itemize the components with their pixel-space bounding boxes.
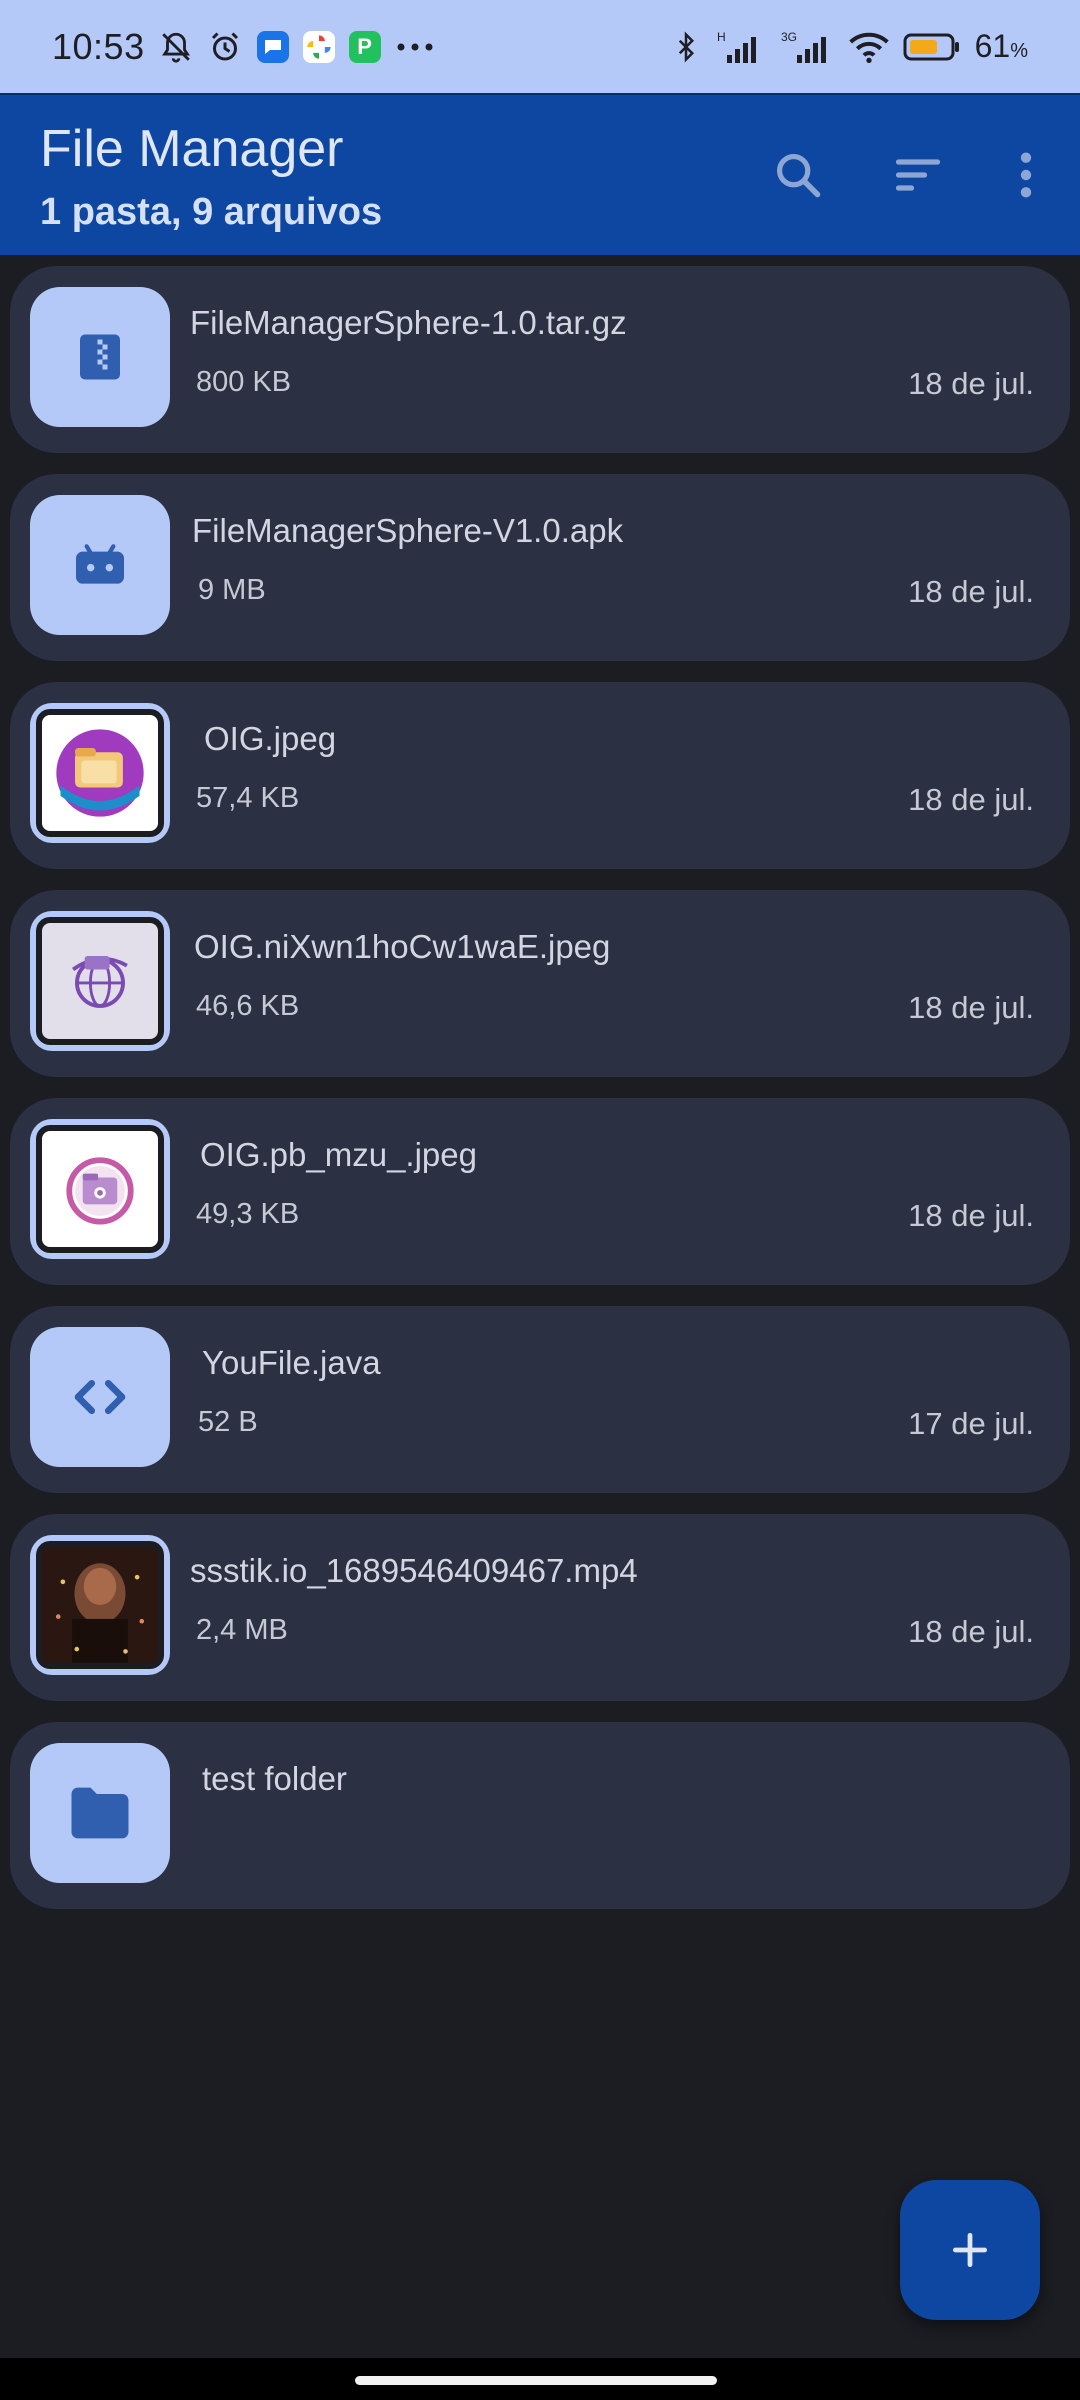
file-item[interactable]: FileManagerSphere-1.0.tar.gz 800 KB 18 d…: [10, 266, 1070, 453]
file-size: 49,3 KB: [196, 1198, 300, 1230]
file-date: 18 de jul.: [908, 574, 1034, 609]
status-time: 10:53: [52, 25, 145, 67]
overflow-menu-icon: [1020, 152, 1032, 198]
file-item[interactable]: YouFile.java 52 B 17 de jul.: [10, 1306, 1070, 1493]
messages-app-icon: [256, 30, 289, 63]
file-name: OIG.niXwn1hoCw1waE.jpeg: [194, 928, 611, 965]
file-size: 800 KB: [196, 366, 292, 398]
status-bar: 10:53 P H 3G 61%: [0, 0, 1080, 93]
file-item[interactable]: OIG.jpeg 57,4 KB 18 de jul.: [10, 682, 1070, 869]
search-button[interactable]: [758, 135, 838, 215]
file-date: 17 de jul.: [908, 1406, 1034, 1441]
signal-3g-icon: 3G: [779, 29, 835, 65]
sort-button[interactable]: [878, 135, 958, 215]
picpay-app-icon: P: [348, 30, 381, 63]
image-thumbnail: [30, 911, 170, 1051]
app-bar: File Manager 1 pasta, 9 arquivos: [0, 93, 1080, 255]
file-date: 18 de jul.: [908, 1614, 1034, 1649]
signal-3g-label: 3G: [781, 30, 797, 44]
file-name: test folder: [202, 1760, 347, 1797]
globe-art-thumbnail: [72, 956, 128, 1008]
file-name: FileManagerSphere-1.0.tar.gz: [190, 304, 627, 341]
archive-icon: [80, 334, 120, 380]
more-dots-icon: [395, 41, 435, 53]
file-date: 18 de jul.: [908, 990, 1034, 1025]
code-icon: [74, 1379, 126, 1415]
folder-art-thumbnail: [56, 729, 144, 817]
file-date: 18 de jul.: [908, 782, 1034, 817]
alarm-icon: [207, 29, 243, 65]
gesture-handle[interactable]: [355, 2376, 717, 2385]
file-size: 2,4 MB: [196, 1614, 288, 1646]
file-name: OIG.jpeg: [204, 720, 337, 757]
plus-icon: [952, 2232, 988, 2268]
app-subtitle: 1 pasta, 9 arquivos: [40, 191, 383, 233]
add-fab-button[interactable]: [900, 2180, 1040, 2320]
overflow-menu-button[interactable]: [986, 135, 1066, 215]
file-item[interactable]: ssstik.io_1689546409467.mp4 2,4 MB 18 de…: [10, 1514, 1070, 1701]
folder-circle-art-thumbnail: [66, 1157, 134, 1225]
file-date: 18 de jul.: [908, 1198, 1034, 1233]
file-name: YouFile.java: [202, 1344, 381, 1381]
signal-h-icon: H: [715, 29, 765, 65]
signal-h-label: H: [717, 30, 726, 44]
file-icon-tile: [30, 1743, 170, 1883]
app-title: File Manager: [40, 120, 344, 178]
file-size: 52 B: [198, 1406, 258, 1438]
file-item[interactable]: OIG.pb_mzu_.jpeg 49,3 KB 18 de jul.: [10, 1098, 1070, 1285]
folder-icon: [71, 1787, 129, 1839]
video-frame-thumbnail: [42, 1547, 158, 1663]
folder-item[interactable]: test folder: [10, 1722, 1070, 1909]
search-icon: [776, 153, 821, 198]
file-item[interactable]: FileManagerSphere-V1.0.apk 9 MB 18 de ju…: [10, 474, 1070, 661]
file-item[interactable]: OIG.niXwn1hoCw1waE.jpeg 46,6 KB 18 de ju…: [10, 890, 1070, 1077]
photos-app-icon: [302, 30, 335, 63]
image-thumbnail: [30, 1119, 170, 1259]
screen: 10:53 P H 3G 61% File Manager 1 pasta, 9…: [0, 0, 1080, 2400]
file-size: 57,4 KB: [196, 782, 300, 814]
android-icon: [76, 544, 124, 584]
battery-icon: [903, 32, 961, 62]
bluetooth-icon: [671, 29, 701, 65]
file-name: ssstik.io_1689546409467.mp4: [190, 1552, 638, 1589]
file-icon-tile: [30, 495, 170, 635]
video-thumbnail: [30, 1535, 170, 1675]
file-date: 18 de jul.: [908, 366, 1034, 401]
file-size: 46,6 KB: [196, 990, 300, 1022]
file-icon-tile: [30, 287, 170, 427]
file-icon-tile: [30, 1327, 170, 1467]
mute-bell-icon: [159, 30, 193, 64]
sort-icon: [895, 159, 941, 191]
image-thumbnail: [30, 703, 170, 843]
file-size: 9 MB: [198, 574, 266, 606]
file-name: FileManagerSphere-V1.0.apk: [192, 512, 624, 549]
wifi-icon: [848, 30, 889, 64]
file-name: OIG.pb_mzu_.jpeg: [200, 1136, 477, 1173]
battery-percent: 61%: [974, 28, 1028, 64]
